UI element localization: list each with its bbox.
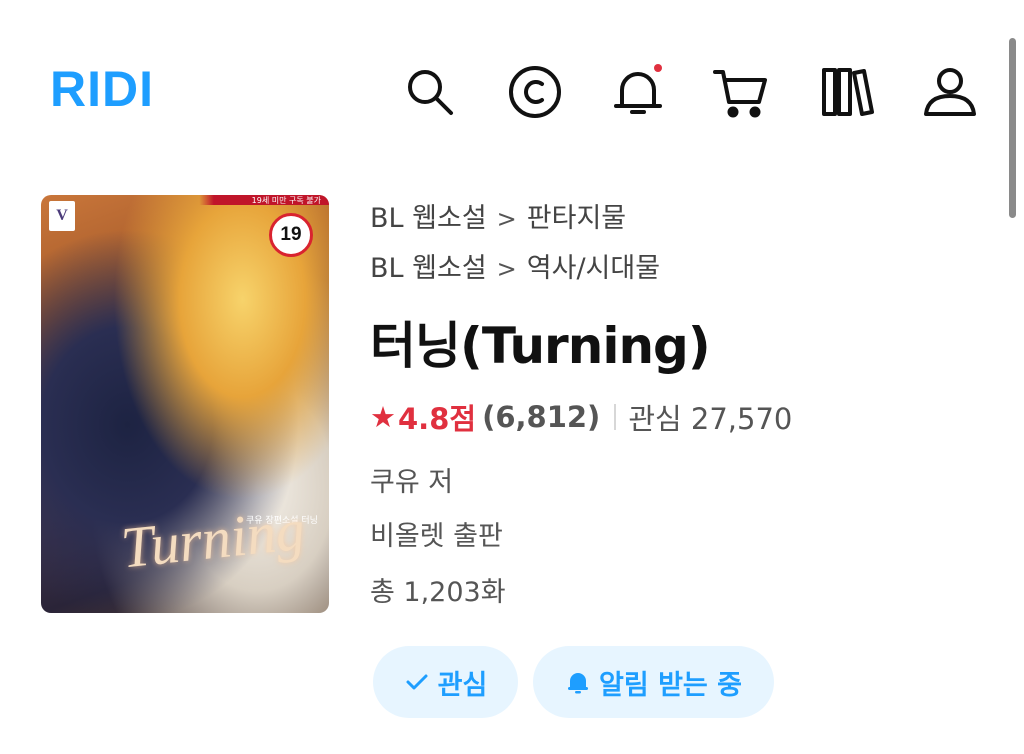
author[interactable]: 쿠유 저 — [370, 460, 453, 499]
category-parent[interactable]: BL 웹소설 — [370, 203, 487, 234]
bell-filled-icon — [568, 673, 588, 694]
book-cover[interactable]: 19세 미만 구독 불가 V 19 쿠유 장편소설 터닝 Turning — [41, 195, 329, 613]
user-icon[interactable] — [922, 64, 978, 120]
breadcrumb-separator: > — [496, 205, 517, 233]
copyright-icon[interactable] — [507, 64, 563, 120]
age-notice: 19세 미만 구독 불가 — [251, 196, 321, 205]
category-parent[interactable]: BL 웹소설 — [370, 253, 487, 284]
book-title: 터닝(Turning) — [370, 317, 711, 375]
search-icon[interactable] — [402, 64, 458, 120]
notify-button[interactable]: 알림 받는 중 — [533, 646, 774, 718]
library-icon[interactable] — [820, 64, 876, 120]
check-icon — [406, 674, 428, 690]
ridi-logo[interactable]: RIDI — [50, 64, 154, 114]
star-icon: ★ — [370, 400, 396, 434]
category-child[interactable]: 역사/시대물 — [527, 253, 660, 284]
category-child[interactable]: 판타지물 — [527, 203, 626, 234]
age-rating-badge: 19 — [269, 213, 313, 257]
episode-count: 총 1,203화 — [370, 577, 506, 608]
scrollbar[interactable] — [1009, 38, 1016, 218]
divider — [614, 404, 617, 430]
bell-icon[interactable] — [610, 64, 666, 120]
breadcrumb-separator: > — [496, 255, 517, 283]
notify-button-label: 알림 받는 중 — [599, 669, 742, 701]
interest-button-label: 관심 — [437, 669, 488, 701]
publisher-mark: V — [49, 201, 75, 231]
cover-title-art: Turning — [118, 496, 308, 581]
rating-row: ★ 4.8점 (6,812) 관심 27,570 — [370, 396, 792, 438]
book-detail-page: RIDI 19세 미만 구독 불가 V 19 쿠유 장편소설 터닝 Turnin… — [0, 0, 1024, 754]
interest-button[interactable]: 관심 — [373, 646, 518, 718]
rating-score[interactable]: 4.8점 — [398, 396, 476, 438]
rating-count[interactable]: (6,812) — [482, 400, 600, 434]
cart-icon[interactable] — [713, 64, 769, 120]
notification-dot — [654, 64, 662, 72]
category-breadcrumb: BL 웹소설 > 판타지물 — [370, 196, 626, 235]
category-breadcrumb: BL 웹소설 > 역사/시대물 — [370, 246, 660, 285]
interest-count: 관심 27,570 — [628, 402, 793, 436]
publisher[interactable]: 비올렛 출판 — [370, 514, 503, 553]
